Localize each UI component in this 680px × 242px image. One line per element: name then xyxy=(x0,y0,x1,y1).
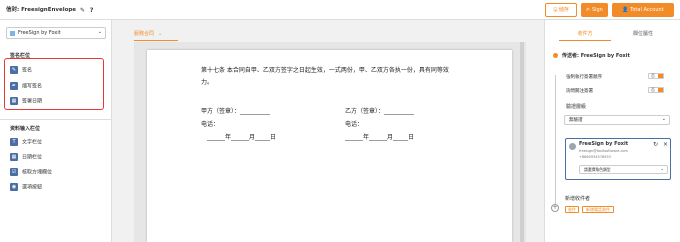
contract-clause: 第十七条 本合同自甲、乙双方签字之日起生效，一式两份，甲、乙双方各执一份，具有同… xyxy=(201,67,449,86)
text-field-icon: T xyxy=(10,138,18,146)
field-checkbox[interactable]: ☑ 核取方塊欄位 xyxy=(10,168,52,178)
verification-level-value: 無驗證 xyxy=(569,118,583,123)
party-b-date: ______年______月_____日 xyxy=(345,134,415,141)
radio-icon: ◉ xyxy=(10,183,18,191)
document-tab[interactable]: 服務合同 ⌄ xyxy=(134,30,178,41)
chevron-down-icon: ⌄ xyxy=(158,31,163,37)
chevron-down-icon: ⌄ xyxy=(660,166,664,171)
date-field-icon: ▦ xyxy=(10,153,18,161)
tab-recipients[interactable]: 收件方 xyxy=(559,30,611,41)
enforce-order-toggle[interactable]: 否 xyxy=(648,73,664,79)
document-page: 第十七条 本合同自甲、乙双方签字之日起生效，一式两份，甲、乙双方各执一份，具有同… xyxy=(147,50,512,242)
recipient-timeline xyxy=(555,75,556,210)
verification-level-label: 驗證層級 xyxy=(566,104,587,110)
chevron-down-icon: ⌄ xyxy=(97,29,102,35)
field-radio-label: 選項按鈕 xyxy=(22,184,43,191)
edit-icon[interactable]: ✎ xyxy=(80,8,86,14)
field-sign-date[interactable]: ▦ 签署日期 xyxy=(10,97,42,107)
sender-label: 传送者: FreeSign by Foxit xyxy=(562,53,630,59)
field-sign-date-label: 签署日期 xyxy=(22,98,43,105)
party-a-date: ______年______月_____日 xyxy=(207,134,277,141)
checkbox-icon: ☑ xyxy=(10,168,18,176)
party-b-phone: 电话： xyxy=(345,121,364,128)
recipient-name: FreeSign by Foxit xyxy=(579,141,629,147)
signer-color-swatch xyxy=(10,31,15,36)
sign-button[interactable]: ✍ Sign xyxy=(581,3,608,17)
save-button[interactable]: 🖫 储存 xyxy=(545,3,577,17)
save-button-label: 储存 xyxy=(558,7,569,13)
field-date[interactable]: ▦ 日期栏位 xyxy=(10,153,42,163)
field-signature-label: 签名 xyxy=(22,67,33,74)
recipient-phone: +8860934578933 xyxy=(579,155,611,159)
account-icon: 👤 xyxy=(622,7,631,13)
total-account-label: Total Account xyxy=(630,7,664,13)
tab-field-properties[interactable]: 欄位屬性 xyxy=(613,30,673,41)
field-signature[interactable]: ✎ 签名 xyxy=(10,66,32,76)
top-bar: 信封: FreesignEnvelope ✎ ? 🖫 储存 ✍ Sign 👤 T… xyxy=(0,0,680,20)
recipient-chip[interactable]: 收件 xyxy=(565,206,579,213)
role-select-value: 請選擇角色類型 xyxy=(584,167,611,172)
document-scrollbar[interactable] xyxy=(520,42,524,242)
role-select[interactable]: 請選擇角色類型 ⌄ xyxy=(579,165,668,174)
field-radio[interactable]: ◉ 選項按鈕 xyxy=(10,183,42,193)
document-tab-label: 服務合同 xyxy=(134,31,155,37)
enforce-order-value: 否 xyxy=(651,73,655,78)
party-a-phone: 电话： xyxy=(201,121,220,128)
party-a-signature-line: 甲方（签章）：__________ xyxy=(201,108,271,115)
toggle-knob xyxy=(658,74,663,78)
field-date-label: 日期栏位 xyxy=(22,154,43,161)
signer-select[interactable]: FreeSign by Foxit ⌄ xyxy=(6,27,106,39)
enforce-order-label: 強制執行簽署順序 xyxy=(566,75,602,80)
field-initials[interactable]: ✒ 缩写签名 xyxy=(10,82,42,92)
field-initials-label: 缩写签名 xyxy=(22,83,43,90)
ask-attention-label: 詢問關注簽署 xyxy=(566,89,593,94)
recipient-email: freesign@foxitsoftware.com xyxy=(579,149,628,153)
add-recipient-icon[interactable]: + xyxy=(551,204,559,212)
add-phone-recipient-chip[interactable]: 新增電話收件 xyxy=(582,206,614,213)
signature-icon: ✎ xyxy=(10,66,18,74)
initials-icon: ✒ xyxy=(10,82,18,90)
section-divider xyxy=(0,119,112,120)
left-panel: FreeSign by Foxit ⌄ 签名栏位 ✎ 签名 ✒ 缩写签名 ▦ 签署日期… xyxy=(0,20,112,242)
sign-button-label: Sign xyxy=(591,7,603,13)
signer-select-value: FreeSign by Foxit xyxy=(18,30,61,36)
field-text-label: 文字栏位 xyxy=(22,139,43,146)
field-checkbox-label: 核取方塊欄位 xyxy=(22,169,53,176)
envelope-title: 信封: FreesignEnvelope ✎ ? xyxy=(6,5,96,14)
avatar xyxy=(569,143,576,150)
ask-attention-value: 否 xyxy=(651,87,655,92)
ask-attention-toggle[interactable]: 否 xyxy=(648,87,664,93)
field-text[interactable]: T 文字栏位 xyxy=(10,138,42,148)
envelope-label: 信封: FreesignEnvelope xyxy=(6,7,77,13)
help-icon[interactable]: ? xyxy=(90,8,96,14)
party-b-signature-line: 乙方（签章）：__________ xyxy=(345,108,415,115)
chevron-down-icon: ⌄ xyxy=(661,116,666,122)
recipient-card[interactable]: FreeSign by Foxit freesign@foxitsoftware… xyxy=(565,138,671,180)
add-recipient-label: 新增收件者 xyxy=(565,196,591,202)
refresh-icon[interactable]: ↻ xyxy=(653,141,658,148)
close-icon[interactable]: × xyxy=(663,141,668,148)
verification-level-select[interactable]: 無驗證 ⌄ xyxy=(564,115,670,125)
total-account-button[interactable]: 👤 Total Account xyxy=(612,3,674,17)
calendar-icon: ▦ xyxy=(10,97,18,105)
timeline-dot xyxy=(553,53,558,58)
data-fields-heading: 资料输入栏位 xyxy=(10,126,41,132)
toggle-knob xyxy=(658,88,663,92)
